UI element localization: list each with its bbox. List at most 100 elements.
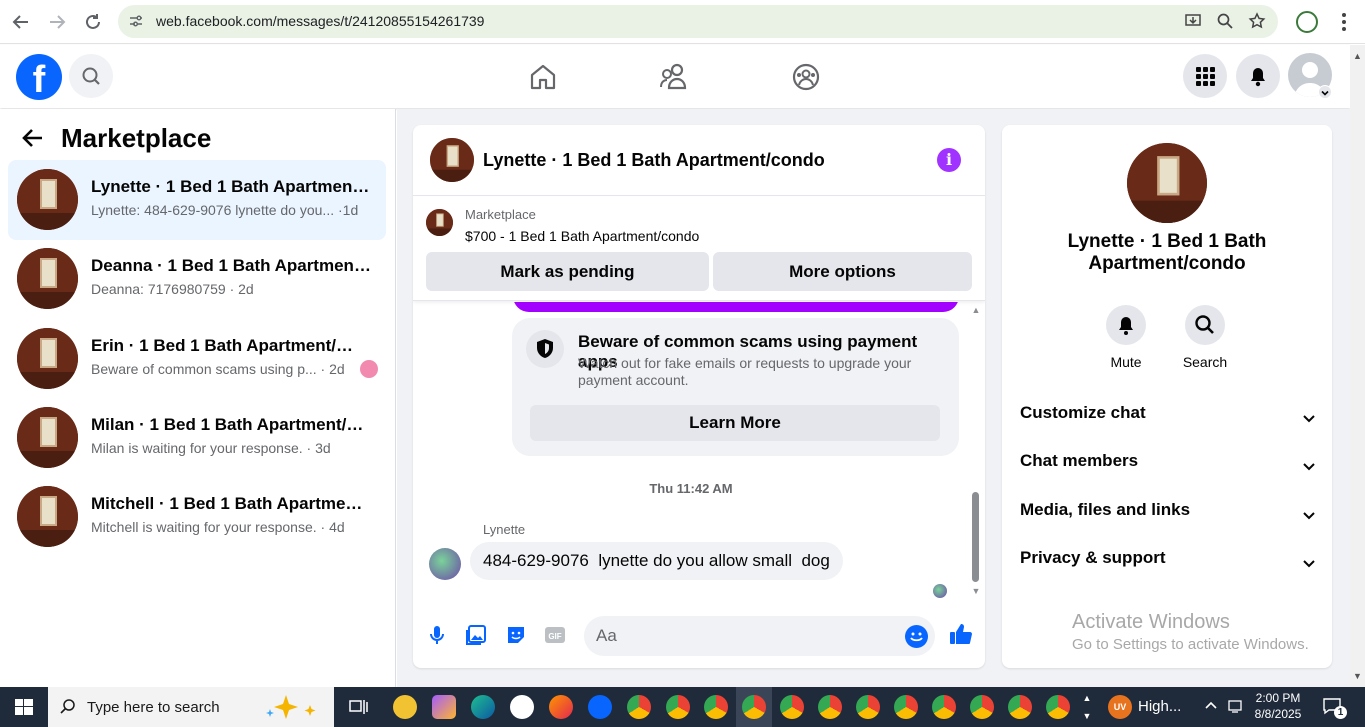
conversation-item[interactable]: Lynette · 1 Bed 1 Bath Apartment/condo L… <box>8 160 386 240</box>
scroll-down-arrow-icon[interactable]: ▼ <box>1350 671 1365 681</box>
conversation-name: Mitchell · 1 Bed 1 Bath Apartment/condo <box>91 494 371 513</box>
details-avatar[interactable] <box>1127 143 1207 223</box>
message-input-container <box>584 616 935 656</box>
message-input[interactable] <box>596 616 896 656</box>
customize-chat-section[interactable]: Customize chat <box>1020 398 1320 428</box>
reload-icon[interactable] <box>81 10 105 34</box>
chrome-profile-icon[interactable] <box>932 695 956 719</box>
chat-avatar[interactable] <box>430 138 474 182</box>
copilot-app-icon[interactable] <box>432 695 456 719</box>
edge-app-icon[interactable] <box>471 695 495 719</box>
weather-badge-icon[interactable]: UV <box>1108 695 1132 719</box>
install-app-icon[interactable] <box>1183 12 1203 32</box>
chrome-profile-icon[interactable] <box>856 695 880 719</box>
friends-icon[interactable] <box>656 59 692 95</box>
photo-icon[interactable] <box>464 623 488 647</box>
groups-icon[interactable] <box>788 59 824 95</box>
conversation-sidebar: Marketplace Lynette · 1 Bed 1 Bath Apart… <box>0 109 396 689</box>
site-settings-icon[interactable] <box>128 13 144 29</box>
listing-thumbnail <box>17 486 78 547</box>
chrome-profile-icon[interactable] <box>627 695 651 719</box>
chrome-profile-icon[interactable] <box>818 695 842 719</box>
chrome-profile-icon[interactable] <box>780 695 804 719</box>
more-options-button[interactable]: More options <box>713 252 972 291</box>
mark-as-pending-button[interactable]: Mark as pending <box>426 252 709 291</box>
gif-icon[interactable]: GIF <box>543 623 567 647</box>
message-thread[interactable]: Beware of common scams using payment app… <box>413 302 985 602</box>
back-arrow-icon[interactable] <box>20 125 46 151</box>
conversation-item[interactable]: Mitchell · 1 Bed 1 Bath Apartment/condo … <box>8 477 386 557</box>
account-caret-icon[interactable] <box>1318 85 1332 99</box>
address-bar[interactable]: web.facebook.com/messages/t/241208551542… <box>118 5 1278 38</box>
sticker-icon[interactable] <box>504 623 528 647</box>
chrome-profile-icon[interactable] <box>1046 695 1070 719</box>
taskbar-search[interactable]: Type here to search <box>48 687 334 727</box>
media-app-icon[interactable] <box>510 695 534 719</box>
chat-members-section[interactable]: Chat members <box>1020 446 1320 476</box>
task-view-icon[interactable] <box>347 696 369 718</box>
tray-expand-icon[interactable] <box>1204 698 1218 715</box>
media-files-links-section[interactable]: Media, files and links <box>1020 495 1320 525</box>
sender-avatar[interactable] <box>429 548 461 580</box>
conversation-item[interactable]: Erin · 1 Bed 1 Bath Apartment/condo Bewa… <box>8 319 386 399</box>
scroll-up-arrow-icon[interactable]: ▲ <box>969 305 983 315</box>
bookmark-star-icon[interactable] <box>1247 12 1267 32</box>
chat-title[interactable]: Lynette · 1 Bed 1 Bath Apartment/condo <box>483 150 825 171</box>
zoom-icon[interactable] <box>1215 12 1235 32</box>
microphone-icon[interactable] <box>425 623 449 647</box>
facebook-logo-icon[interactable]: f <box>16 54 62 100</box>
browser-profile-icon[interactable] <box>1296 11 1318 33</box>
chevron-down-icon <box>1302 551 1316 568</box>
chevron-down-icon <box>1302 406 1316 423</box>
conversation-name: Milan · 1 Bed 1 Bath Apartment/condo <box>91 415 371 434</box>
learn-more-button[interactable]: Learn More <box>530 405 940 441</box>
emoji-icon[interactable] <box>905 625 928 648</box>
firefox-app-icon[interactable] <box>549 695 573 719</box>
conversation-item[interactable]: Milan · 1 Bed 1 Bath Apartment/condo Mil… <box>8 398 386 478</box>
search-conversation-button[interactable]: Search <box>1165 305 1245 370</box>
thread-scrollbar[interactable]: ▲ ▼ <box>969 302 983 602</box>
message-bubble-partial <box>513 302 959 312</box>
bell-icon <box>1106 305 1146 345</box>
chrome-profile-icon[interactable] <box>1008 695 1032 719</box>
conversation-snippet: Milan is waiting for your response. · 3d <box>91 440 331 456</box>
windows-start-icon[interactable] <box>0 687 48 727</box>
conversation-snippet: Beware of common scams using p... · 2d <box>91 361 345 377</box>
facebook-app-icon[interactable] <box>588 695 612 719</box>
chrome-profile-icon[interactable] <box>970 695 994 719</box>
chrome-profile-icon[interactable] <box>666 695 690 719</box>
search-icon[interactable] <box>69 54 113 98</box>
mute-button[interactable]: Mute <box>1086 305 1166 370</box>
search-label: Search <box>1182 354 1228 370</box>
network-icon[interactable] <box>1228 698 1244 717</box>
chat-panel: Lynette · 1 Bed 1 Bath Apartment/condo i… <box>413 125 985 668</box>
page-scrollbar[interactable]: ▲ ▼ <box>1350 45 1365 687</box>
taskbar-overflow-arrows-icon[interactable]: ▲ ▼ <box>1080 689 1094 725</box>
notifications-bell-icon[interactable] <box>1236 54 1280 98</box>
listing-thumbnail[interactable] <box>426 209 453 236</box>
scrollbar-thumb[interactable] <box>972 492 979 582</box>
chevron-down-icon <box>1302 503 1316 520</box>
menu-grid-icon[interactable] <box>1183 54 1227 98</box>
chrome-app-icon[interactable] <box>393 695 417 719</box>
weather-text[interactable]: High... <box>1138 698 1181 715</box>
privacy-support-section[interactable]: Privacy & support <box>1020 543 1320 573</box>
chrome-profile-icon[interactable] <box>704 695 728 719</box>
scroll-up-arrow-icon[interactable]: ▲ <box>1350 51 1365 61</box>
chrome-profile-icon[interactable] <box>894 695 918 719</box>
forward-arrow-icon[interactable] <box>45 10 69 34</box>
home-icon[interactable] <box>525 59 561 95</box>
chrome-profile-icon[interactable] <box>742 695 766 719</box>
sidebar-title: Marketplace <box>61 123 212 153</box>
browser-menu-icon[interactable] <box>1334 10 1354 34</box>
info-icon[interactable]: i <box>937 148 961 172</box>
conversation-item[interactable]: Deanna · 1 Bed 1 Bath Apartment/condo De… <box>8 239 386 319</box>
like-thumb-icon[interactable] <box>948 621 974 647</box>
conversation-name: Lynette · 1 Bed 1 Bath Apartment/condo <box>91 177 371 196</box>
windows-taskbar: Type here to search ▲ ▼ UV High... 2:00 P… <box>0 687 1365 727</box>
listing-price[interactable]: $700 - 1 Bed 1 Bath Apartment/condo <box>465 228 699 244</box>
clock[interactable]: 2:00 PM 8/8/2025 <box>1252 690 1304 722</box>
scroll-down-arrow-icon[interactable]: ▼ <box>969 586 983 596</box>
message-bubble[interactable]: 484-629-9076 lynette do you allow small … <box>470 542 843 580</box>
back-arrow-icon[interactable] <box>9 10 33 34</box>
